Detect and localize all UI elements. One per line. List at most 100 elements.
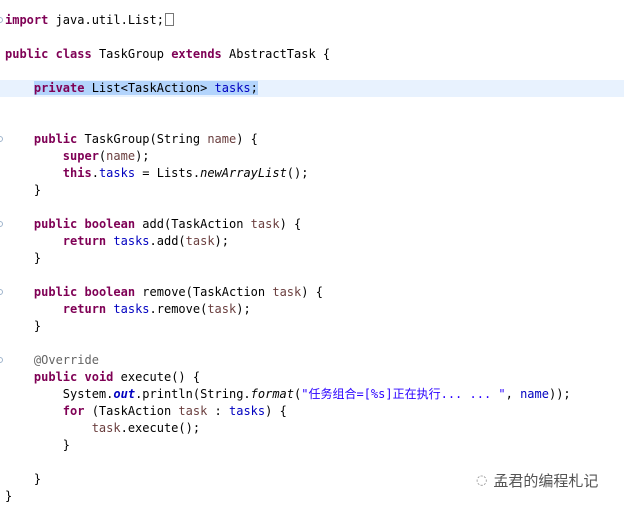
code-token: name [106, 149, 136, 163]
watermark: ◌ 孟君的编程札记 [476, 470, 598, 491]
code-token: public [33, 285, 78, 299]
code-line[interactable]: public TaskGroup(String name) { [0, 131, 624, 148]
watermark-text: 孟君的编程札记 [493, 472, 599, 490]
code-token: } [5, 472, 42, 486]
code-token: this [62, 166, 92, 180]
code-line[interactable]: return tasks.add(task); [0, 233, 624, 250]
code-token: class [55, 47, 92, 61]
code-line[interactable] [0, 114, 624, 131]
code-line[interactable] [0, 454, 624, 471]
collapsed-imports-icon[interactable] [164, 13, 174, 26]
code-token: .remove( [149, 302, 208, 316]
code-token: execute() { [113, 370, 201, 384]
code-line[interactable] [0, 29, 624, 46]
code-line[interactable]: } [0, 437, 624, 454]
code-token: out [113, 387, 136, 401]
code-line[interactable]: this.tasks = Lists.newArrayList(); [0, 165, 624, 182]
code-line[interactable]: public void execute() { [0, 369, 624, 386]
code-token: )); [548, 387, 571, 401]
code-token: name [207, 132, 237, 146]
wechat-icon: ◌ [476, 473, 488, 488]
code-token: task [178, 404, 208, 418]
code-editor[interactable]: import java.util.List; public class TaskG… [0, 12, 624, 505]
fold-marker-icon[interactable] [0, 136, 3, 142]
code-token: (TaskAction [84, 404, 179, 418]
code-token: private [33, 81, 85, 95]
code-token: java.util.List; [48, 13, 164, 27]
code-line[interactable]: import java.util.List; [0, 12, 624, 29]
code-line[interactable] [0, 335, 624, 352]
code-token: super [62, 149, 99, 163]
code-token: return [62, 302, 107, 316]
code-token: } [5, 319, 42, 333]
code-token: = Lists. [135, 166, 201, 180]
code-token: add(TaskAction [135, 217, 251, 231]
code-token: System. [5, 387, 114, 401]
code-token: tasks [113, 234, 150, 248]
code-line[interactable]: } [0, 250, 624, 267]
code-token: .println(String. [135, 387, 251, 401]
code-token: format [250, 387, 295, 401]
code-token: task [207, 302, 237, 316]
code-token: .execute(); [120, 421, 201, 435]
code-line[interactable]: } [0, 318, 624, 335]
code-line[interactable] [0, 267, 624, 284]
code-token: task [250, 217, 280, 231]
code-token: public [33, 217, 78, 231]
code-line[interactable]: public boolean add(TaskAction task) { [0, 216, 624, 233]
fold-marker-icon[interactable] [0, 17, 3, 23]
code-token: : [207, 404, 229, 418]
code-token: } [5, 251, 42, 265]
code-line[interactable]: task.execute(); [0, 420, 624, 437]
code-line[interactable] [0, 63, 624, 80]
code-token: ) { [265, 404, 287, 418]
code-token: name [520, 387, 549, 401]
code-line[interactable]: public class TaskGroup extends AbstractT… [0, 46, 624, 63]
fold-marker-icon[interactable] [0, 357, 3, 363]
code-line[interactable]: } [0, 182, 624, 199]
code-token: (); [286, 166, 309, 180]
fold-marker-icon[interactable] [0, 289, 3, 295]
code-line[interactable]: private List<TaskAction> tasks; [0, 80, 624, 97]
code-token: @Override [33, 353, 99, 367]
code-token: AbstractTask { [221, 47, 331, 61]
code-line[interactable]: return tasks.remove(task); [0, 301, 624, 318]
code-line[interactable]: super(name); [0, 148, 624, 165]
code-line[interactable]: System.out.println(String.format("任务组合=[… [0, 386, 624, 403]
code-line[interactable] [0, 97, 624, 114]
code-token: "任务组合=[%s]正在执行... ... " [301, 387, 506, 401]
code-token: return [62, 234, 107, 248]
code-token: remove(TaskAction [135, 285, 273, 299]
code-line[interactable]: public boolean remove(TaskAction task) { [0, 284, 624, 301]
code-token: } [5, 183, 42, 197]
code-token: boolean [84, 285, 136, 299]
code-line[interactable] [0, 199, 624, 216]
code-token: ) { [279, 217, 302, 231]
code-line[interactable]: for (TaskAction task : tasks) { [0, 403, 624, 420]
code-token: ) { [301, 285, 323, 299]
code-token: ) { [236, 132, 258, 146]
code-token: TaskGroup(String [77, 132, 208, 146]
code-line[interactable]: @Override [0, 352, 624, 369]
code-token: TaskGroup [91, 47, 172, 61]
code-token: task [91, 421, 121, 435]
code-token: } [5, 438, 71, 452]
code-token: , [505, 387, 521, 401]
fold-marker-icon[interactable] [0, 221, 3, 227]
code-token: for [62, 404, 85, 418]
